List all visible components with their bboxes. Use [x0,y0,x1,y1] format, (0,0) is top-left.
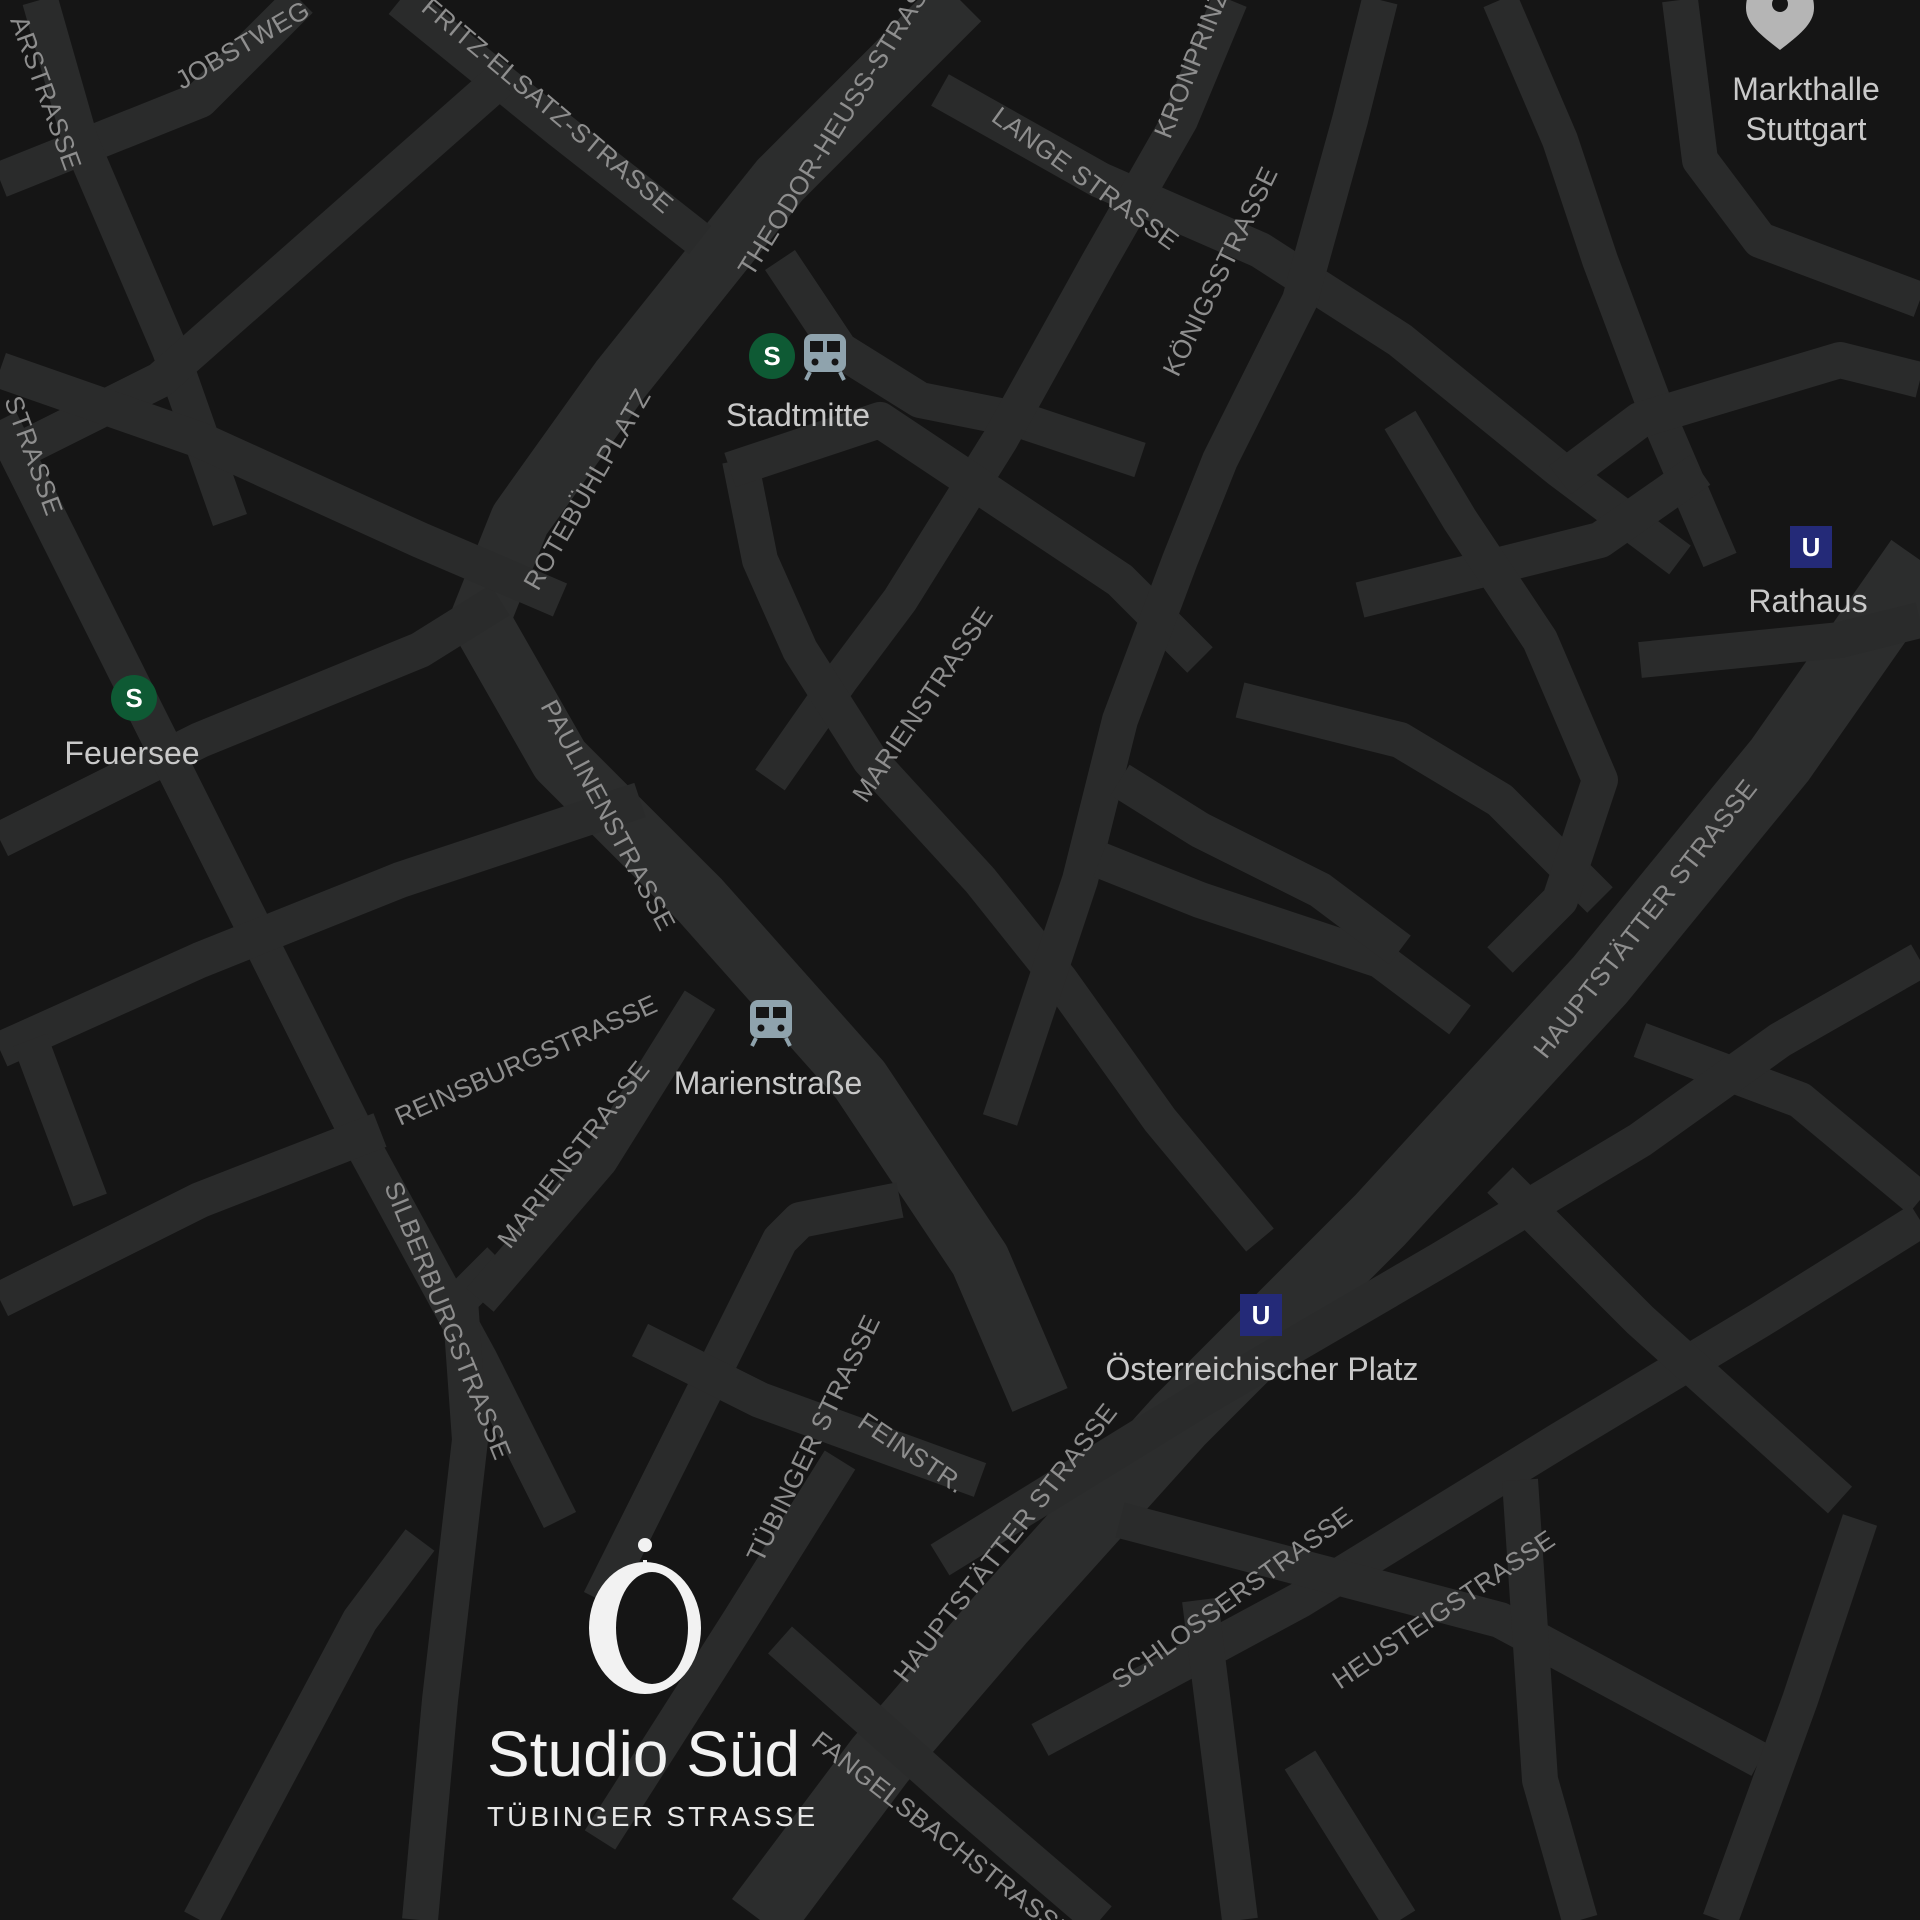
station-label-marienstrasse: Marienstraße [674,1065,863,1101]
station-label-feuersee: Feuersee [64,735,199,771]
poi-label-markthalle-line1: Markthalle [1732,71,1880,107]
u-bahn-letter-oesterreichischer-platz: U [1252,1300,1271,1330]
u-bahn-letter-rathaus: U [1802,532,1821,562]
studio-address: TÜBINGER STRASSE [487,1801,818,1832]
station-label-rathaus: Rathaus [1748,583,1867,619]
station-label-stadtmitte: Stadtmitte [726,397,870,433]
poi-label-markthalle-line2: Stuttgart [1746,111,1867,147]
studio-name: Studio Süd [487,1718,800,1790]
s-bahn-letter-feuersee: S [125,683,142,713]
station-label-oesterreichischer-platz: Österreichischer Platz [1106,1351,1419,1387]
city-map[interactable]: JOBSTWEG ARSTRASSE FRITZ-ELSATZ-STRASSE … [0,0,1920,1920]
s-bahn-letter-stadtmitte: S [763,341,780,371]
